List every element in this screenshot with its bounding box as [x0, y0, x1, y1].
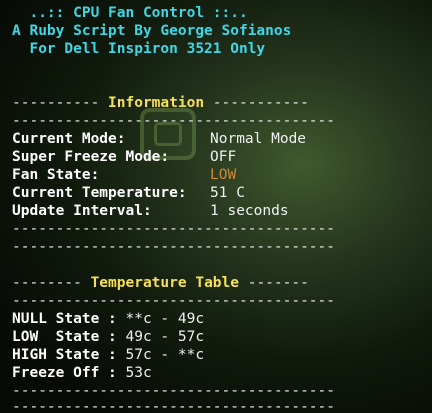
update-interval-label: Update Interval: [12, 203, 152, 219]
fan-state-label: Fan State: [12, 167, 100, 183]
temp-row-label: HIGH State : [12, 347, 126, 363]
fan-state-value: LOW [210, 167, 237, 183]
heading-dashes-right: ----------- [204, 95, 309, 111]
app-subtitle-device: For Dell Inspiron 3521 Only [12, 41, 266, 57]
temp-row-value: **c - 49c [125, 311, 205, 327]
temp-row-low: LOW State : 49c - 57c [12, 328, 204, 346]
separator-line: ------------------------------------- [12, 239, 336, 255]
separator-line: ------------------------------------- [12, 113, 336, 129]
temp-row-label: NULL State : [12, 311, 126, 327]
current-mode-value: Normal Mode [210, 131, 307, 147]
current-temperature-value: 51 C [210, 185, 245, 201]
heading-dashes-left: -------- [12, 275, 91, 291]
temp-row-value: 49c - 57c [125, 329, 205, 345]
temp-row-label: Freeze Off : [12, 365, 126, 381]
super-freeze-mode-label: Super Freeze Mode: [12, 149, 170, 165]
update-interval-value: 1 seconds [210, 203, 289, 219]
separator-line: ------------------------------------- [12, 293, 336, 309]
heading-dashes-right: ------- [238, 275, 309, 291]
temp-row-null: NULL State : **c - 49c [12, 310, 204, 328]
super-freeze-mode-value: OFF [210, 149, 237, 165]
temp-row-high: HIGH State : 57c - **c [12, 346, 204, 364]
info-section-title: Information [108, 95, 205, 111]
current-mode-label: Current Mode: [12, 131, 126, 147]
temp-row-freeze-off: Freeze Off : 53c [12, 364, 152, 382]
temperature-table-heading: -------- Temperature Table ------- [12, 274, 309, 292]
current-temperature-label: Current Temperature: [12, 185, 187, 201]
separator-line: ------------------------------------- [12, 399, 336, 413]
info-section-heading: ---------- Information ----------- [12, 94, 309, 112]
heading-dashes-left: ---------- [12, 95, 109, 111]
temperature-table-title: Temperature Table [90, 275, 239, 291]
temp-row-value: 53c [125, 365, 152, 381]
separator-line: ------------------------------------- [12, 221, 336, 237]
temp-row-value: 57c - **c [125, 347, 205, 363]
app-subtitle-author: A Ruby Script By George Sofianos [12, 23, 292, 39]
temp-row-label: LOW State : [12, 329, 126, 345]
app-title: ..:: CPU Fan Control ::.. [12, 5, 248, 21]
